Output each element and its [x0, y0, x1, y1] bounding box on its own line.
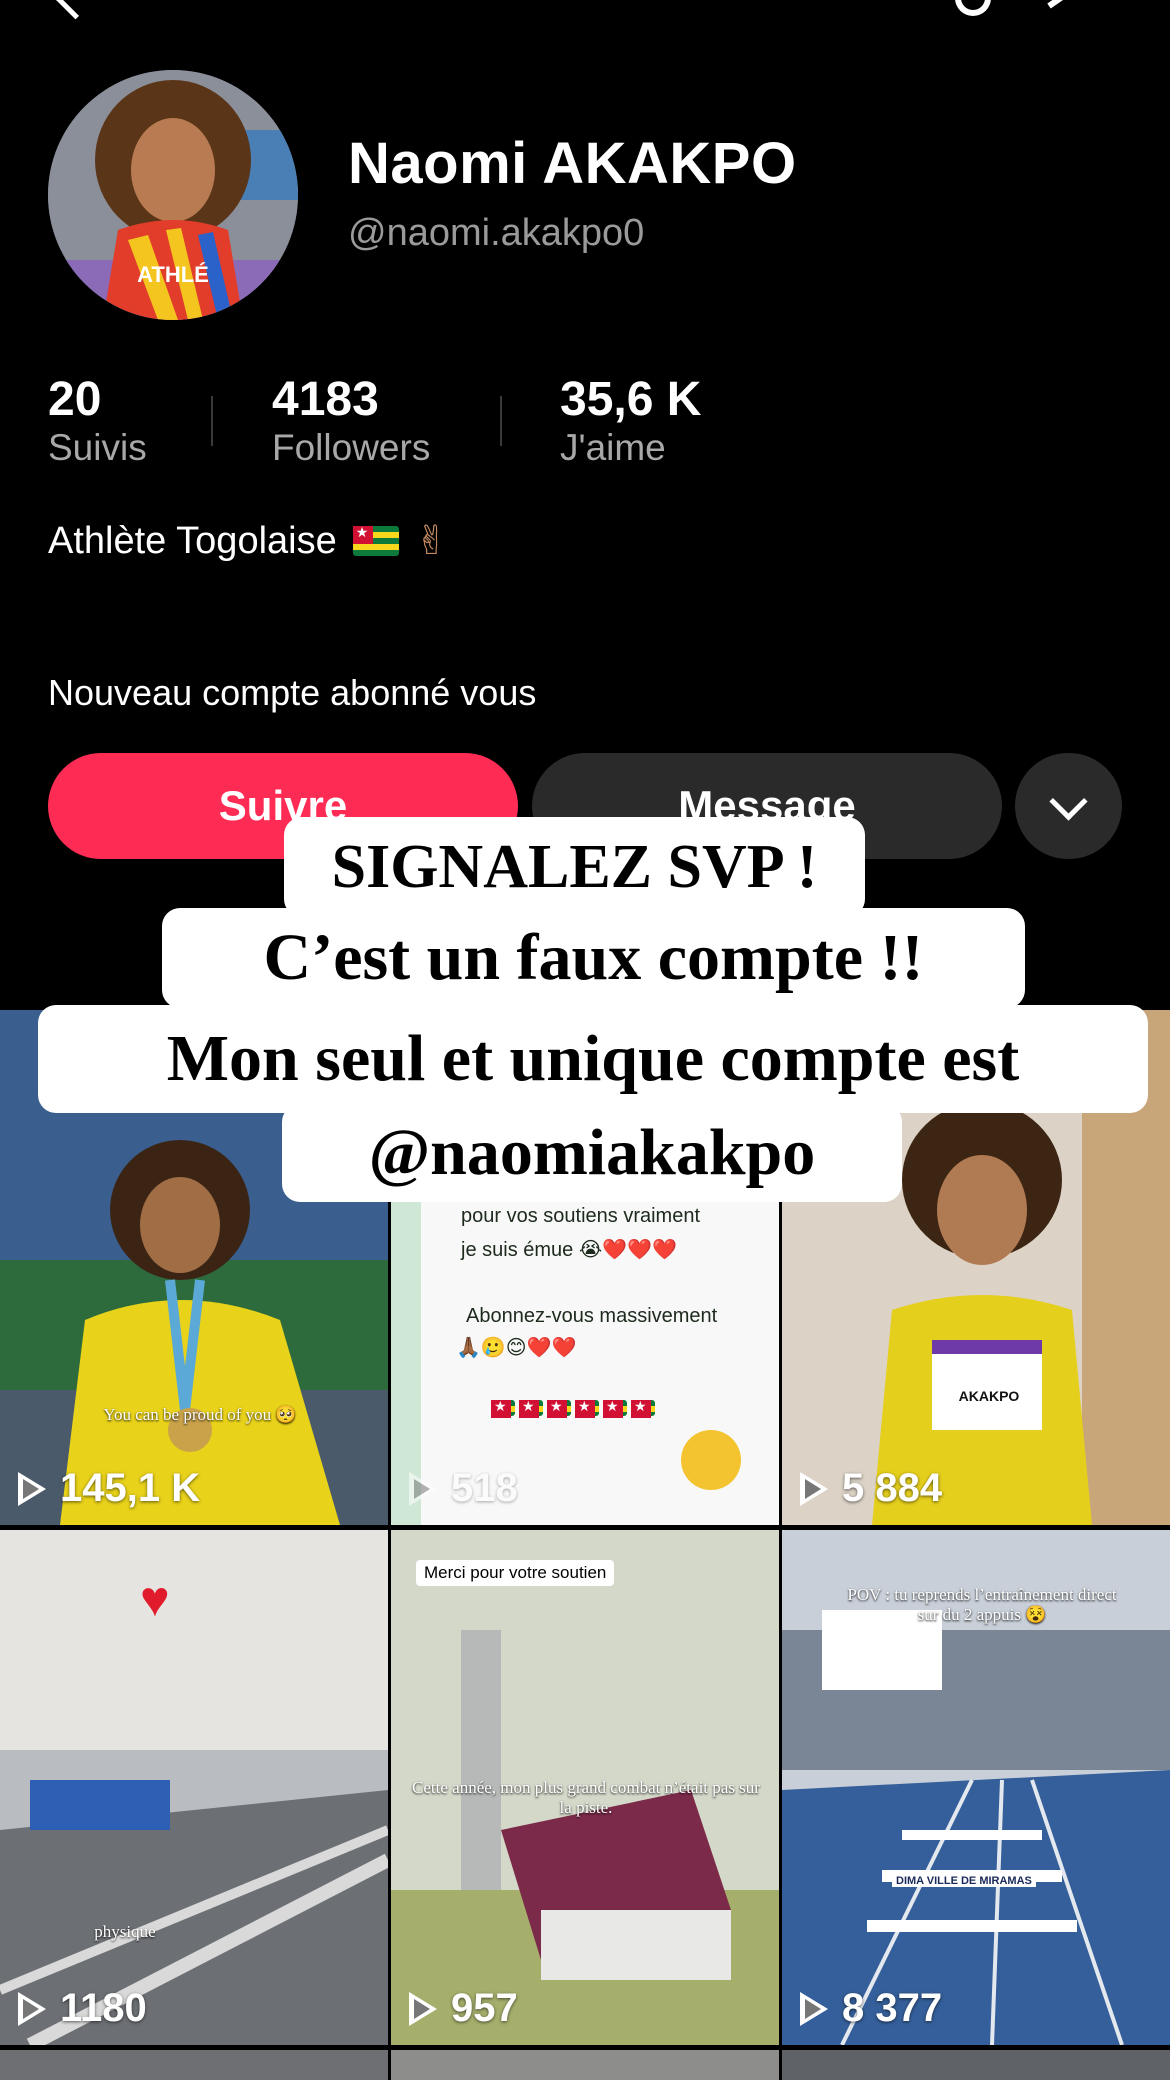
cat-emoji-icon	[681, 1430, 741, 1490]
video-caption: Cette année, mon plus grand combat n’éta…	[412, 1778, 760, 1817]
flags-row	[491, 1398, 655, 1418]
profile-handle: @naomi.akakpo0	[348, 212, 645, 254]
view-count-value: 518	[451, 1466, 518, 1510]
play-icon	[800, 1991, 828, 2026]
view-count: 1180	[18, 1986, 147, 2031]
view-count-value: 1180	[60, 1986, 147, 2030]
track-banner: DIMA VILLE DE MIRAMAS	[892, 1875, 1036, 1887]
video-caption-top: Merci pour votre soutien	[416, 1560, 615, 1586]
video-caption-top: POV : tu reprends l’entraînement direct …	[847, 1585, 1117, 1624]
play-icon	[18, 1471, 46, 1506]
view-count-value: 5 884	[842, 1466, 943, 1510]
bio-text: Athlète Togolaise	[48, 519, 337, 562]
stat-divider	[211, 396, 213, 446]
avatar[interactable]: ATHLÉ	[48, 70, 298, 320]
video-tile[interactable]: POV : tu reprends l’entraînement direct …	[782, 1530, 1170, 2045]
video-tile[interactable]: ♥ physique 1180	[0, 1530, 388, 2045]
togo-flag-icon	[519, 1398, 543, 1418]
back-icon[interactable]	[53, 0, 98, 20]
stat-following-label: Suivis	[48, 427, 147, 468]
video-caption: physique	[94, 1922, 156, 1941]
play-icon	[18, 1991, 46, 2026]
play-icon	[800, 1471, 828, 1506]
play-icon	[409, 1991, 437, 2026]
share-icon[interactable]	[1045, 0, 1085, 10]
stat-following[interactable]: 20 Suivis	[48, 372, 147, 469]
view-count: 8 377	[800, 1986, 942, 2031]
view-count-value: 8 377	[842, 1986, 943, 2030]
togo-flag-icon	[547, 1398, 571, 1418]
chevron-down-icon	[1049, 781, 1088, 821]
togo-flag-icon	[575, 1398, 599, 1418]
stat-likes-value: 35,6 K	[560, 373, 702, 426]
profile-name: Naomi AKAKPO	[348, 131, 797, 196]
stat-followers-value: 4183	[272, 373, 379, 426]
more-button[interactable]	[1015, 753, 1122, 859]
video-thumbnail	[0, 1530, 388, 2045]
view-count: 957	[409, 1986, 518, 2031]
stat-followers[interactable]: 4183 Followers	[272, 372, 430, 469]
togo-flag-icon	[631, 1398, 655, 1418]
video-caption: 🙏🏾🥲😊❤️❤️	[456, 1337, 577, 1359]
togo-flag-icon	[491, 1398, 515, 1418]
view-count: 518	[409, 1466, 518, 1511]
stat-divider	[500, 396, 502, 446]
view-count-value: 145,1 K	[60, 1466, 201, 1510]
overlay-text-line: @naomiakakpo	[282, 1104, 902, 1202]
peace-hand-icon: ✌	[414, 519, 449, 563]
avatar-image: ATHLÉ	[48, 70, 298, 320]
view-count-value: 957	[451, 1986, 518, 2030]
video-caption: Abonnez-vous massivement	[466, 1305, 718, 1327]
stat-followers-label: Followers	[272, 427, 431, 468]
view-count: 5 884	[800, 1466, 942, 1511]
heart-icon: ♥	[140, 1571, 170, 1627]
video-caption: pour vos soutiens vraiment	[461, 1205, 701, 1227]
bio: Athlète Togolaise ✌	[48, 518, 448, 564]
bib-number: AKAKPO	[958, 1388, 1020, 1404]
stat-likes-label: J'aime	[560, 427, 666, 468]
video-tile[interactable]	[782, 2050, 1170, 2080]
video-tile[interactable]: Merci pour votre soutien Cette année, mo…	[391, 1530, 779, 2045]
view-count: 145,1 K	[18, 1466, 200, 1511]
bell-icon[interactable]	[955, 0, 991, 16]
togo-flag-icon	[603, 1398, 627, 1418]
overlay-text-line: SIGNALEZ SVP !	[284, 817, 865, 917]
video-caption: You can be proud of you 🥺	[103, 1405, 297, 1424]
overlay-text-line: C’est un faux compte !!	[162, 908, 1025, 1008]
follow-notice: Nouveau compte abonné vous	[48, 672, 537, 713]
overlay-text-line: Mon seul et unique compte est	[38, 1005, 1148, 1113]
svg-text:ATHLÉ: ATHLÉ	[137, 262, 209, 287]
stat-following-value: 20	[48, 373, 102, 426]
togo-flag-icon	[352, 524, 399, 556]
video-tile[interactable]	[391, 2050, 779, 2080]
video-caption: je suis émue 😭❤️❤️❤️	[461, 1239, 677, 1261]
stat-likes[interactable]: 35,6 K J'aime	[560, 372, 701, 469]
play-icon	[409, 1471, 437, 1506]
video-tile[interactable]	[0, 2050, 388, 2080]
